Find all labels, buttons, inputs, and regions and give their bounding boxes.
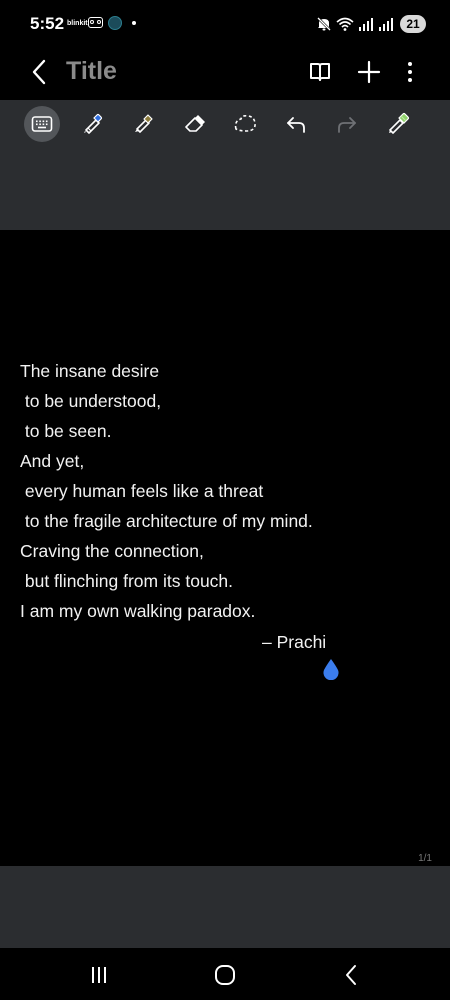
wifi-icon	[336, 17, 354, 31]
recent-apps-button[interactable]	[84, 960, 114, 990]
status-time: 5:52	[30, 14, 65, 33]
lasso-icon	[234, 115, 256, 132]
pen-settings-tool[interactable]	[380, 106, 416, 142]
status-indicators: 21	[316, 13, 426, 35]
canvas-margin-top	[0, 148, 450, 230]
more-options-button[interactable]	[396, 58, 424, 86]
text-cursor-handle[interactable]	[321, 658, 341, 680]
eraser-tool[interactable]	[177, 106, 213, 142]
notification-dot	[132, 21, 136, 25]
back-icon	[32, 59, 46, 85]
back-button[interactable]	[26, 58, 52, 86]
note-line[interactable]: to be seen.	[20, 416, 430, 446]
note-line[interactable]: The insane desire	[20, 356, 430, 386]
highlighter-tool[interactable]	[125, 106, 161, 142]
book-view-button[interactable]	[306, 58, 334, 86]
signal-icon	[359, 18, 373, 31]
pen-settings-icon	[389, 112, 410, 134]
keyboard-tool[interactable]	[24, 106, 60, 142]
canvas-margin-bottom	[0, 866, 450, 948]
pen-tool[interactable]	[74, 106, 110, 142]
note-title[interactable]: Title	[66, 57, 117, 86]
note-line[interactable]: I am my own walking paradox.	[20, 596, 430, 626]
mute-icon	[317, 17, 331, 31]
app-bar: Title	[0, 48, 450, 100]
redo-button[interactable]	[329, 106, 365, 142]
add-page-button[interactable]	[355, 58, 383, 86]
battery-badge: 21	[400, 15, 426, 33]
recent-apps-icon	[92, 967, 106, 983]
undo-button[interactable]	[278, 106, 314, 142]
note-line[interactable]: Craving the connection,	[20, 536, 430, 566]
note-text[interactable]: The insane desire to be understood, to b…	[20, 356, 430, 626]
book-icon	[310, 63, 330, 81]
page-indicator: 1/1	[418, 853, 432, 864]
undo-icon	[287, 117, 305, 133]
signal-icon	[379, 18, 393, 31]
back-nav-icon	[346, 965, 356, 985]
more-icon	[408, 62, 412, 82]
pen-icon	[84, 113, 103, 134]
system-nav-bar	[0, 948, 450, 1000]
lasso-tool[interactable]	[227, 106, 263, 142]
add-icon	[357, 60, 381, 84]
note-page[interactable]: The insane desire to be understood, to b…	[0, 230, 450, 866]
note-line[interactable]: And yet,	[20, 446, 430, 476]
status-bar: 5:52 blinkit 21	[0, 0, 450, 48]
note-line[interactable]: to the fragile architecture of my mind.	[20, 506, 430, 536]
home-button[interactable]	[210, 960, 240, 990]
redo-icon	[338, 117, 356, 133]
note-line[interactable]: but flinching from its touch.	[20, 566, 430, 596]
signature-line[interactable]: – Prachi	[262, 632, 326, 653]
keyboard-icon	[31, 116, 53, 132]
voicemail-icon	[88, 17, 103, 28]
status-app-label: blinkit	[67, 20, 88, 27]
drawing-toolbar	[0, 100, 450, 148]
eraser-icon	[185, 115, 205, 132]
note-line[interactable]: to be understood,	[20, 386, 430, 416]
home-icon	[215, 965, 235, 985]
globe-icon	[108, 16, 122, 30]
note-line[interactable]: every human feels like a threat	[20, 476, 430, 506]
highlighter-icon	[135, 114, 153, 133]
back-nav-button[interactable]	[336, 960, 366, 990]
